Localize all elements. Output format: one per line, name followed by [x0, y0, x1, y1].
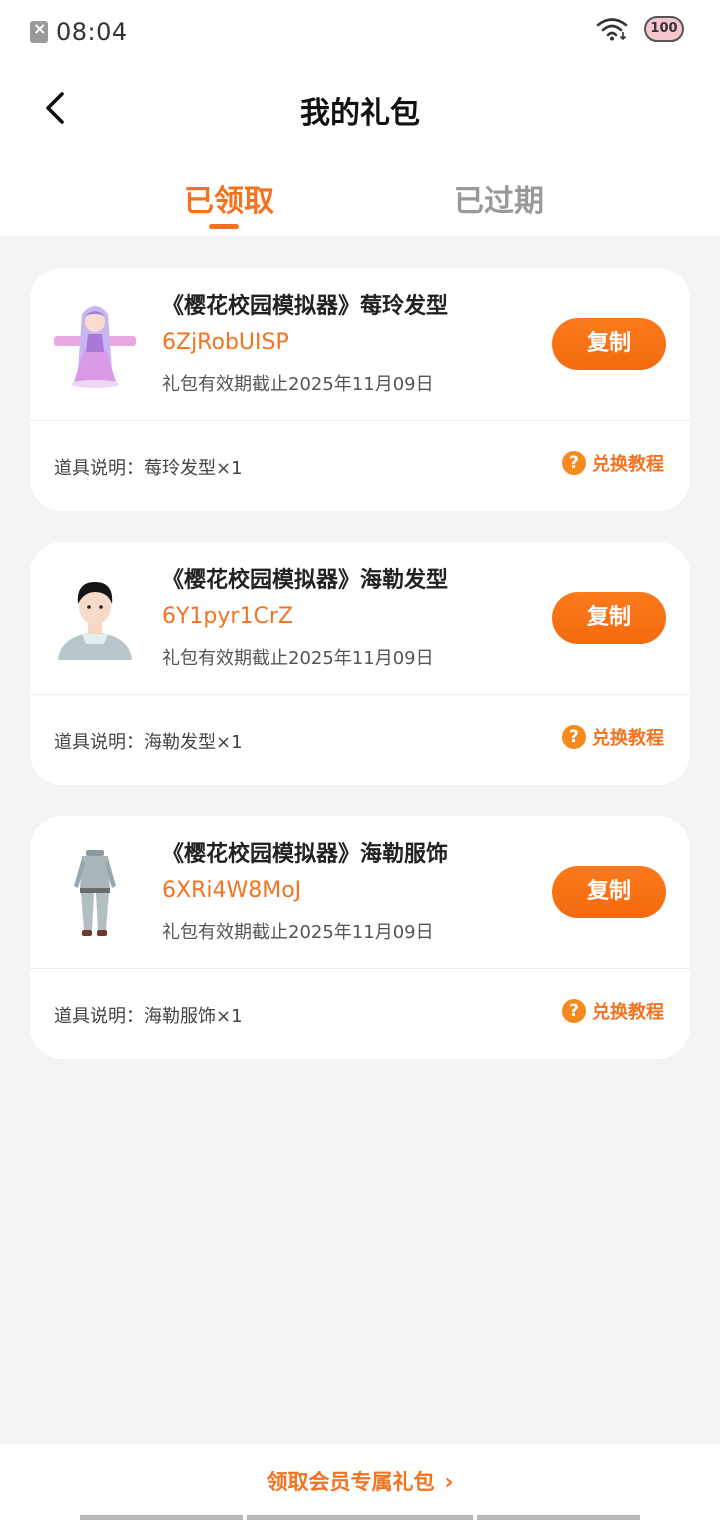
gift-card: 《樱花校园模拟器》海勒服饰 6XRi4W8MoJ 礼包有效期截止2025年11月…: [30, 816, 690, 1059]
gift-code: 6ZjRobUISP: [162, 330, 289, 355]
status-left: 08:04: [30, 18, 128, 46]
tab-expired[interactable]: 已过期: [454, 176, 544, 220]
battery-icon: 100: [644, 16, 684, 42]
gift-card: 《樱花校园模拟器》莓玲发型 6ZjRobUISP 礼包有效期截止2025年11月…: [30, 268, 690, 511]
gift-expire-date: 礼包有效期截止2025年11月09日: [162, 374, 434, 395]
gift-title: 《樱花校园模拟器》莓玲发型: [162, 294, 449, 319]
vip-gift-link[interactable]: 领取会员专属礼包 ›: [0, 1466, 720, 1496]
gift-code: 6Y1pyr1CrZ: [162, 604, 293, 629]
bottom-bar: 领取会员专属礼包 ›: [0, 1444, 720, 1520]
status-bar: 08:04 100: [0, 0, 720, 66]
purple-hair-character-image: [54, 306, 136, 388]
redeem-tutorial-link[interactable]: ? 兑换教程: [562, 450, 664, 476]
gift-expire-date: 礼包有效期截止2025年11月09日: [162, 648, 434, 669]
item-description: 道具说明：海勒服饰×1: [54, 1006, 243, 1027]
question-icon: ?: [562, 999, 586, 1023]
copy-button[interactable]: 复制: [552, 318, 666, 370]
nav-hint-bar: [477, 1515, 640, 1520]
question-icon: ?: [562, 725, 586, 749]
tab-received[interactable]: 已领取: [184, 176, 274, 220]
no-sim-icon: [30, 19, 48, 43]
gift-card: 《樱花校园模拟器》海勒发型 6Y1pyr1CrZ 礼包有效期截止2025年11月…: [30, 542, 690, 785]
gift-title: 《樱花校园模拟器》海勒服饰: [162, 842, 449, 867]
redeem-tutorial-link[interactable]: ? 兑换教程: [562, 998, 664, 1024]
active-tab-indicator: [209, 224, 239, 229]
page-title: 我的礼包: [300, 96, 420, 131]
gift-expire-date: 礼包有效期截止2025年11月09日: [162, 922, 434, 943]
tutorial-label: 兑换教程: [592, 728, 664, 749]
tutorial-label: 兑换教程: [592, 1002, 664, 1023]
gift-title: 《樱花校园模拟器》海勒发型: [162, 568, 449, 593]
copy-button[interactable]: 复制: [552, 592, 666, 644]
question-icon: ?: [562, 451, 586, 475]
copy-button[interactable]: 复制: [552, 866, 666, 918]
nav-hint-bar: [247, 1515, 473, 1520]
chevron-right-icon: ›: [444, 1470, 454, 1495]
black-hair-boy-image: [58, 582, 132, 660]
tutorial-label: 兑换教程: [592, 454, 664, 475]
vip-gift-label: 领取会员专属礼包: [266, 1470, 435, 1494]
wifi-icon: [596, 18, 628, 41]
status-right: 100: [596, 16, 684, 42]
item-description: 道具说明：海勒发型×1: [54, 732, 243, 753]
grey-outfit-image: [74, 850, 116, 936]
nav-hint-bar: [80, 1515, 243, 1520]
card-divider: [30, 694, 690, 695]
header: 我的礼包: [0, 66, 720, 156]
my-gifts-page: 08:04 100 我的礼包 已领取 已过期: [0, 0, 720, 1520]
status-time: 08:04: [56, 18, 128, 46]
gift-code: 6XRi4W8MoJ: [162, 878, 302, 903]
item-description: 道具说明：莓玲发型×1: [54, 458, 243, 479]
card-divider: [30, 420, 690, 421]
tab-bar: 已领取 已过期: [0, 156, 720, 236]
redeem-tutorial-link[interactable]: ? 兑换教程: [562, 724, 664, 750]
card-divider: [30, 968, 690, 969]
